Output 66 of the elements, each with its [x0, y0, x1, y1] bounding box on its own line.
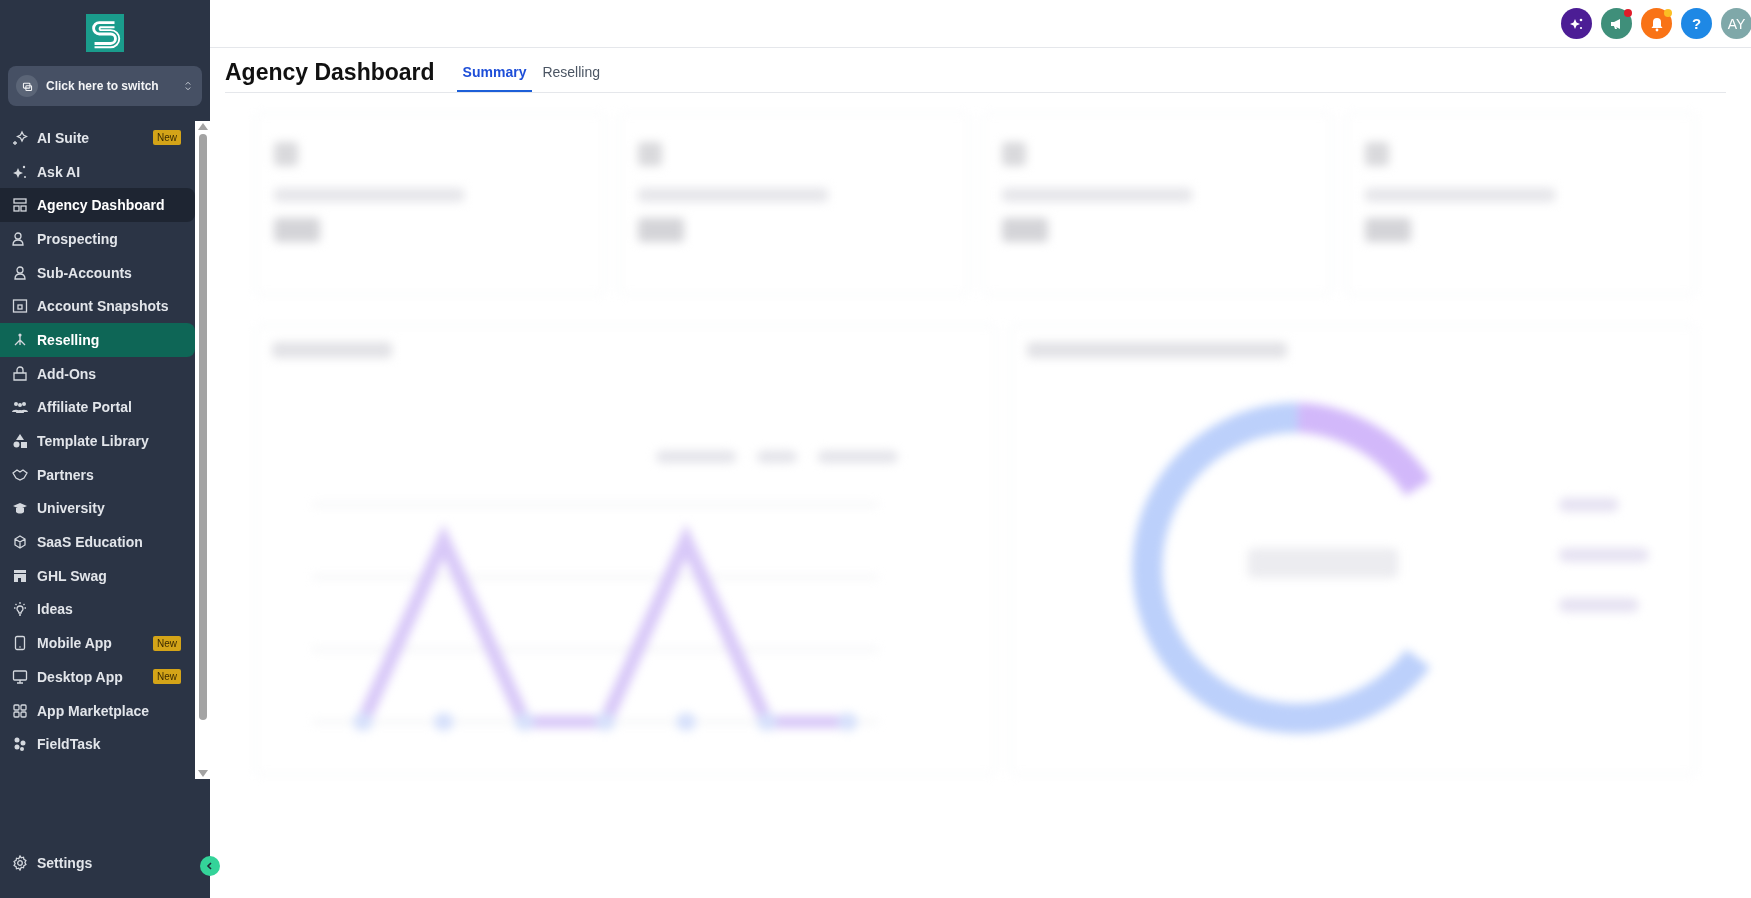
sidebar-item[interactable]: Settings	[0, 846, 150, 880]
chart-point	[352, 712, 373, 731]
page-title: Agency Dashboard	[225, 59, 435, 86]
sidebar-item[interactable]: Partners	[0, 457, 195, 492]
sidebar-item[interactable]: University	[0, 491, 195, 526]
chart-point	[433, 712, 454, 731]
sidebar-item[interactable]: Ideas	[0, 592, 195, 627]
sidebar-item[interactable]: Account Snapshots	[0, 289, 195, 324]
sidebar-item[interactable]: GHL Swag	[0, 558, 195, 593]
group-icon	[12, 399, 28, 416]
cube-icon	[12, 534, 28, 551]
blurred-icon	[1001, 142, 1026, 166]
new-badge: New	[153, 669, 181, 685]
sidebar-item[interactable]: App Marketplace	[0, 693, 195, 728]
help-button[interactable]: ?	[1681, 8, 1712, 39]
sidebar-item[interactable]: Reselling	[0, 323, 195, 357]
sparkle-icon	[12, 129, 28, 146]
image-frame-icon	[12, 298, 28, 315]
chart-point	[595, 712, 616, 731]
sidebar-item[interactable]: Desktop App New	[0, 660, 195, 694]
sidebar-item[interactable]: FieldTask	[0, 727, 195, 762]
chart-point	[837, 712, 858, 731]
collapse-button[interactable]	[200, 856, 220, 876]
shapes-icon	[12, 433, 28, 450]
person-icon	[12, 264, 28, 281]
sidebar-item[interactable]: Template Library	[0, 424, 195, 458]
monitor-icon	[12, 668, 28, 685]
sidebar-item[interactable]: Prospecting	[0, 222, 195, 256]
network-icon	[12, 331, 28, 348]
account-switcher[interactable]: Click here to switch	[8, 66, 202, 106]
blurred-icon	[637, 142, 662, 166]
grid-icon	[12, 702, 28, 719]
chart-point	[756, 712, 777, 731]
logo-icon[interactable]	[86, 14, 124, 52]
bag-icon	[12, 365, 28, 382]
sidebar-item[interactable]: Ask AI	[0, 154, 195, 189]
gear-icon	[12, 855, 28, 872]
chart-point	[675, 712, 697, 731]
dashboard-icon	[12, 197, 28, 214]
sidebar-item[interactable]: Add-Ons	[0, 356, 195, 391]
chevron-left-icon	[205, 861, 215, 871]
sidebar-item[interactable]: Agency Dashboard	[0, 188, 195, 223]
blurred-icon	[1365, 142, 1390, 166]
chart-point	[514, 712, 535, 731]
new-badge: New	[153, 130, 181, 146]
sidebar-item[interactable]: Sub-Accounts	[0, 255, 195, 290]
tab[interactable]: Reselling	[536, 64, 606, 92]
new-badge: New	[153, 635, 181, 651]
ai-sparkle-button[interactable]	[1561, 8, 1592, 39]
sidebar-item[interactable]: Affiliate Portal	[0, 390, 195, 425]
blurred-value	[274, 218, 320, 242]
sparkle-icon	[12, 163, 28, 180]
announcements-button[interactable]	[1601, 8, 1632, 39]
notifications-button[interactable]	[1641, 8, 1672, 39]
sidebar-item[interactable]: AI Suite New	[0, 121, 195, 155]
blurred-value	[1001, 218, 1048, 242]
tab[interactable]: Summary	[456, 64, 533, 92]
blurred-icon	[274, 142, 298, 166]
lightbulb-icon	[12, 601, 28, 618]
store-icon	[12, 567, 28, 584]
phone-icon	[12, 635, 28, 652]
sidebar-item[interactable]: Mobile App New	[0, 626, 195, 660]
blurred-value	[637, 218, 684, 242]
sidebar-item[interactable]: SaaS Education	[0, 525, 195, 559]
blurred-value	[1365, 218, 1412, 242]
scrollbar[interactable]	[195, 121, 210, 779]
